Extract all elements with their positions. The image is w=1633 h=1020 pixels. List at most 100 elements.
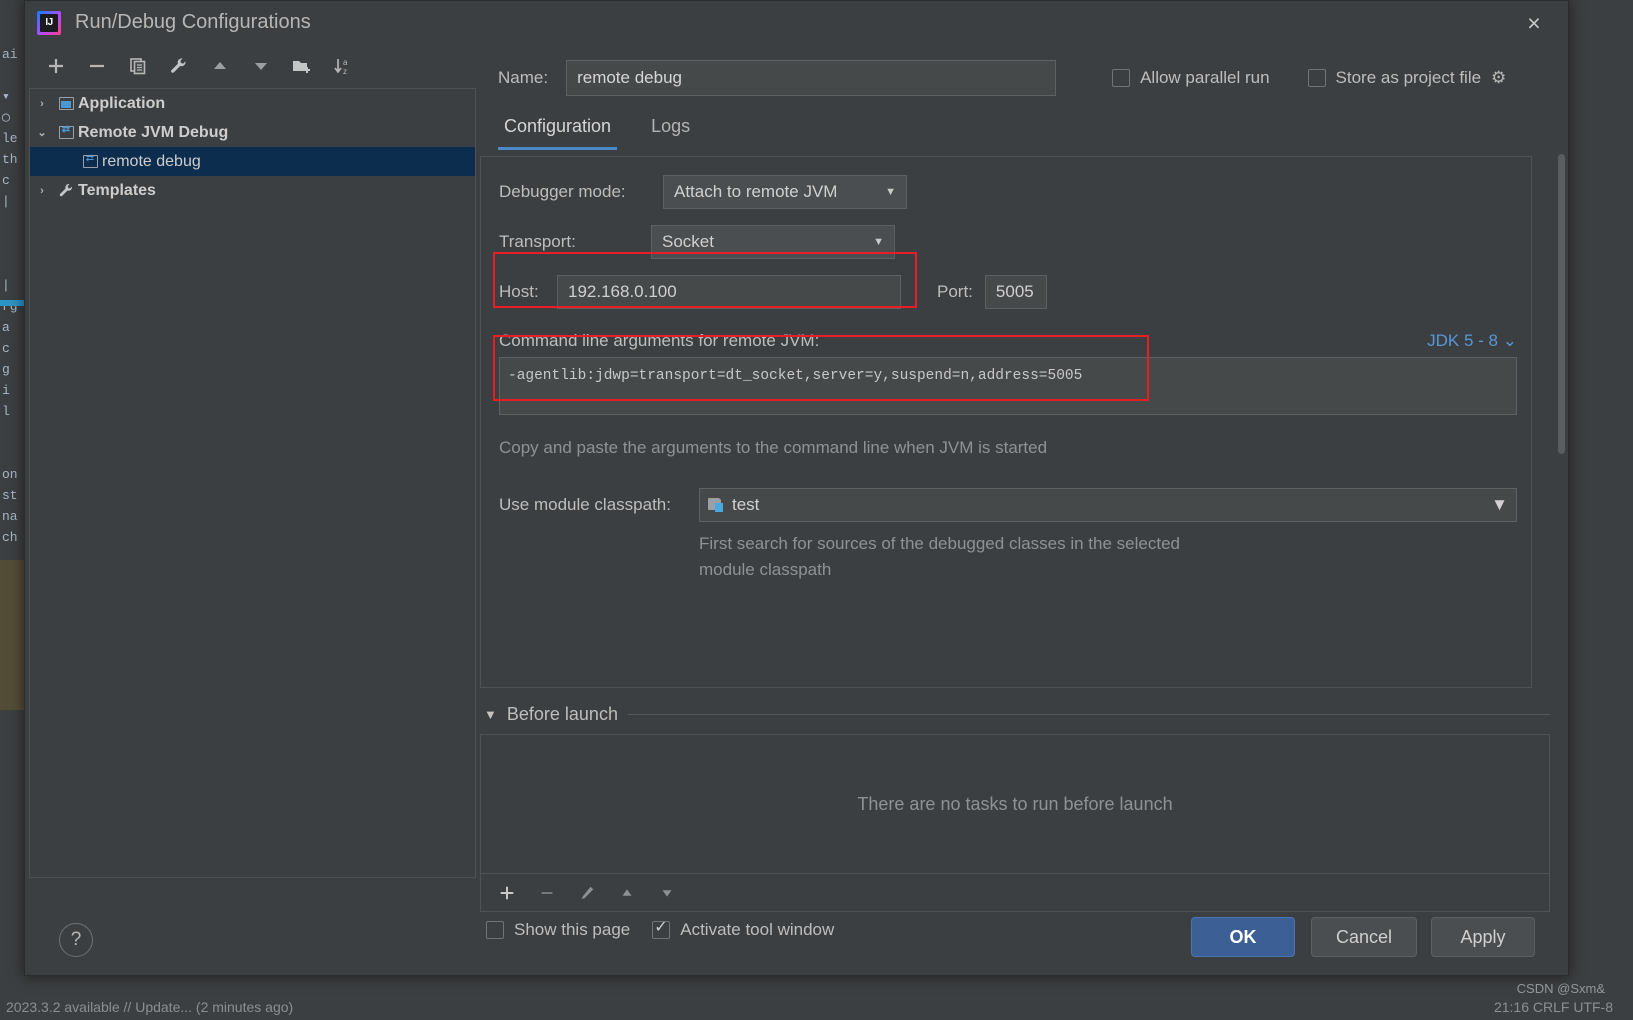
- chevron-down-icon[interactable]: ⌄: [30, 126, 54, 139]
- ide-fragment: g: [2, 362, 10, 377]
- module-classpath-select[interactable]: test ▼: [699, 488, 1517, 522]
- csdn-watermark: CSDN @Sxm&: [1516, 981, 1605, 996]
- ide-fragment: ◯: [2, 110, 10, 125]
- edit-templates-wrench-icon[interactable]: [160, 49, 198, 83]
- tree-item-remote-debug[interactable]: remote debug: [30, 147, 475, 176]
- tree-item-application[interactable]: › Application: [30, 89, 475, 118]
- dialog-title: Run/Debug Configurations: [75, 11, 311, 33]
- name-row: Name: Allow parallel run Store as projec…: [480, 50, 1568, 106]
- scrollbar-thumb[interactable]: [1558, 154, 1565, 454]
- ide-fragment: st: [2, 488, 18, 503]
- dialog-titlebar: IJ Run/Debug Configurations ×: [25, 1, 1568, 44]
- gear-icon[interactable]: ⚙: [1491, 68, 1506, 88]
- host-input[interactable]: [557, 275, 901, 309]
- debugger-mode-value: Attach to remote JVM: [674, 182, 838, 201]
- ide-gutter-highlight: [0, 560, 24, 710]
- section-divider: [627, 714, 1550, 715]
- store-as-project-file-checkbox[interactable]: Store as project file: [1307, 68, 1482, 88]
- tree-item-label: Templates: [78, 181, 156, 199]
- command-line-arguments-textarea[interactable]: -agentlib:jdwp=transport=dt_socket,serve…: [499, 357, 1517, 415]
- new-folder-icon[interactable]: [283, 49, 321, 83]
- move-down-icon[interactable]: [242, 49, 280, 83]
- ide-fragment: le: [2, 131, 18, 146]
- transport-label: Transport:: [499, 232, 576, 251]
- ide-editor-left-strip: ai ▾ ◯ le th c | | rg a c g i l on st na…: [0, 0, 26, 1020]
- port-label: Port:: [937, 282, 973, 301]
- chevron-down-icon: ▼: [1491, 495, 1508, 514]
- name-input[interactable]: [566, 60, 1057, 96]
- remote-jvm-icon: [78, 153, 102, 168]
- name-label: Name:: [498, 68, 549, 87]
- ide-fragment: on: [2, 467, 18, 482]
- application-icon: [54, 97, 78, 110]
- before-launch-task-list[interactable]: There are no tasks to run before launch: [480, 734, 1550, 874]
- ide-fragment: c: [2, 341, 10, 356]
- copy-configuration-icon[interactable]: [119, 49, 157, 83]
- debugger-mode-select[interactable]: Attach to remote JVM ▼: [663, 175, 907, 209]
- ide-fragment: [0, 233, 26, 254]
- ide-status-bar: 2023.3.2 available // Update... (2 minut…: [0, 994, 1633, 1020]
- jdk-version-label: JDK 5 - 8: [1427, 331, 1499, 350]
- run-debug-configurations-dialog: IJ Run/Debug Configurations × a z › Appl…: [24, 0, 1569, 976]
- tree-item-templates[interactable]: › Templates: [30, 176, 475, 205]
- remove-configuration-icon[interactable]: [78, 49, 116, 83]
- configurations-toolbar: a z: [25, 44, 480, 88]
- dialog-body: a z › Application ⌄ Remote JVM Debug: [25, 44, 1568, 939]
- transport-row: Transport: Socket ▼: [481, 225, 1531, 259]
- chevron-down-icon: ▼: [873, 236, 884, 248]
- tree-item-remote-jvm-debug[interactable]: ⌄ Remote JVM Debug: [30, 118, 475, 147]
- args-hint-label: Copy and paste the arguments to the comm…: [499, 438, 1048, 457]
- intellij-logo-icon: IJ: [37, 10, 61, 35]
- transport-select[interactable]: Socket ▼: [651, 225, 895, 259]
- ok-button[interactable]: OK: [1191, 917, 1295, 957]
- tab-logs[interactable]: Logs: [645, 116, 696, 150]
- cancel-button[interactable]: Cancel: [1311, 917, 1417, 957]
- tree-item-label: Remote JVM Debug: [78, 123, 229, 141]
- svg-text:z: z: [343, 67, 347, 76]
- configuration-scrollbar[interactable]: [1556, 154, 1566, 682]
- chevron-down-icon: ▼: [885, 186, 896, 198]
- logo-text: IJ: [45, 17, 53, 28]
- ide-fragment: c: [2, 173, 10, 188]
- checkbox-icon[interactable]: [1112, 69, 1131, 87]
- close-icon[interactable]: ×: [1512, 7, 1556, 39]
- apply-button[interactable]: Apply: [1431, 917, 1535, 957]
- configurations-tree: › Application ⌄ Remote JVM Debug remote …: [29, 88, 476, 878]
- help-button[interactable]: ?: [59, 923, 93, 957]
- chevron-right-icon[interactable]: ›: [30, 185, 54, 197]
- ide-fragment: ai: [2, 47, 18, 62]
- tab-configuration[interactable]: Configuration: [498, 116, 618, 150]
- sort-alphabetically-icon[interactable]: a z: [324, 49, 362, 83]
- add-configuration-icon[interactable]: [37, 49, 75, 83]
- configuration-tab-panel: Debugger mode: Attach to remote JVM ▼ Tr…: [480, 156, 1532, 688]
- args-title-label: Command line arguments for remote JVM:: [499, 331, 820, 350]
- move-up-icon[interactable]: [201, 49, 239, 83]
- allow-parallel-run-label: Allow parallel run: [1140, 68, 1270, 87]
- port-input[interactable]: [984, 275, 1047, 309]
- svg-text:a: a: [343, 58, 348, 67]
- checkbox-icon[interactable]: [1307, 69, 1326, 87]
- dialog-footer: ? OK Cancel Apply: [25, 899, 1568, 975]
- ide-fragment: [0, 422, 26, 443]
- ide-fragment: [0, 65, 26, 86]
- ide-fragment: i: [2, 383, 10, 398]
- chevron-right-icon[interactable]: ›: [30, 98, 54, 110]
- module-hint-line-2: module classpath: [699, 560, 832, 579]
- args-area-wrap: -agentlib:jdwp=transport=dt_socket,serve…: [481, 357, 1531, 420]
- ide-fragment: [0, 212, 26, 233]
- host-port-row: Host: Port:: [481, 275, 1531, 309]
- module-icon: [708, 498, 724, 512]
- before-launch-header[interactable]: ▼ Before launch: [480, 704, 1550, 725]
- before-launch-empty-text: There are no tasks to run before launch: [857, 793, 1173, 814]
- module-hint-line-1: First search for sources of the debugged…: [699, 534, 1180, 553]
- collapse-triangle-icon[interactable]: ▼: [484, 707, 497, 722]
- ide-fragment: [0, 254, 26, 275]
- module-classpath-row: Use module classpath: test ▼: [481, 488, 1531, 522]
- ide-update-status: 2023.3.2 available // Update... (2 minut…: [6, 999, 294, 1015]
- args-title-row: Command line arguments for remote JVM: J…: [481, 331, 1531, 351]
- jdk-version-selector[interactable]: JDK 5 - 8 ⌄: [1427, 331, 1517, 351]
- remote-jvm-icon: [54, 124, 78, 139]
- allow-parallel-run-checkbox[interactable]: Allow parallel run: [1112, 68, 1270, 88]
- module-classpath-value: test: [732, 495, 760, 514]
- store-as-project-file-label: Store as project file: [1335, 68, 1482, 87]
